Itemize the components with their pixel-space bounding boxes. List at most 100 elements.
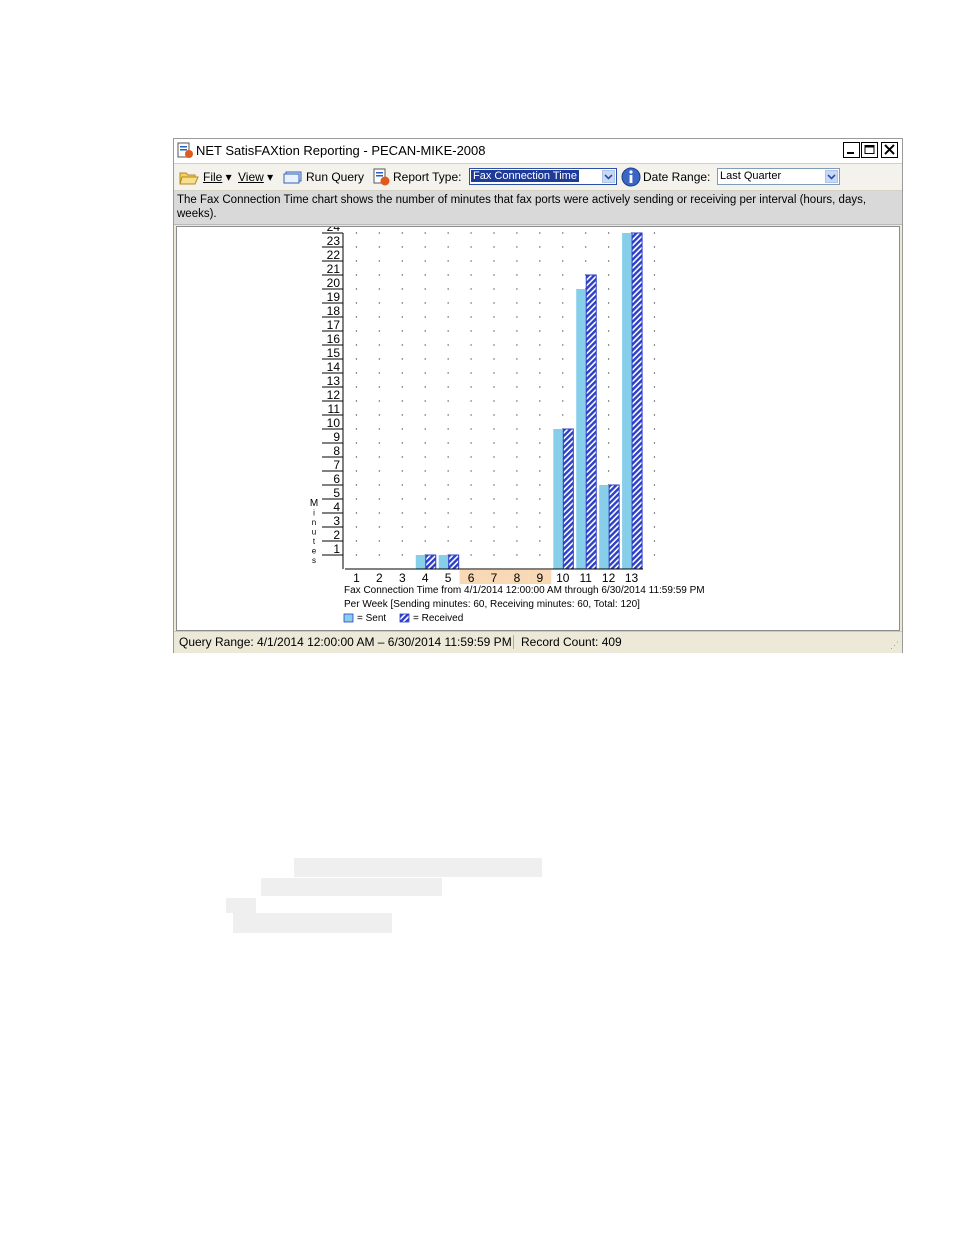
grid-dot xyxy=(355,260,358,262)
grid-dot xyxy=(447,330,449,332)
grid-dot xyxy=(493,232,495,234)
grid-dot xyxy=(355,428,358,430)
grid-dot xyxy=(516,302,518,304)
grid-dot xyxy=(355,274,358,276)
grid-dot xyxy=(378,232,381,234)
grid-dot xyxy=(447,414,449,416)
query-range-status: Query Range: 4/1/2014 12:00:00 AM – 6/30… xyxy=(179,635,512,649)
grid-dot xyxy=(493,302,495,304)
chevron-down-icon[interactable] xyxy=(602,170,615,183)
grid-dot xyxy=(378,428,381,430)
grid-dot xyxy=(516,358,518,360)
grid-dot xyxy=(355,344,358,346)
grid-dot xyxy=(653,498,656,500)
grid-dot xyxy=(539,484,541,486)
bar-sent xyxy=(415,555,426,569)
y-tick-label: 20 xyxy=(327,276,341,290)
grid-dot xyxy=(355,498,358,500)
grid-dot xyxy=(378,484,381,486)
app-icon xyxy=(177,142,193,158)
grid-dot xyxy=(539,554,541,556)
grid-dot xyxy=(424,512,426,514)
grid-dot xyxy=(607,372,610,374)
grid-dot xyxy=(470,344,472,346)
grid-dot xyxy=(607,428,610,430)
grid-dot xyxy=(516,414,518,416)
y-axis-label-letter: M xyxy=(310,498,318,509)
grid-dot xyxy=(584,232,587,234)
grid-dot xyxy=(355,330,358,332)
grid-dot xyxy=(653,400,656,402)
title-bar[interactable]: NET SatisFAXtion Reporting - PECAN-MIKE-… xyxy=(174,139,902,164)
chevron-down-icon[interactable] xyxy=(825,170,838,183)
close-button[interactable] xyxy=(881,142,898,158)
file-menu[interactable]: File ▾ xyxy=(203,170,232,184)
grid-dot xyxy=(653,442,656,444)
grid-dot xyxy=(607,414,610,416)
grid-dot xyxy=(378,372,381,374)
view-menu[interactable]: View ▾ xyxy=(238,170,273,184)
grid-dot xyxy=(355,372,358,374)
y-tick-label: 3 xyxy=(333,514,340,528)
grid-dot xyxy=(401,414,404,416)
grid-dot xyxy=(539,540,541,542)
fax-connection-chart: 123456789101112131415161718192021222324M… xyxy=(310,220,705,624)
resize-grip-icon[interactable]: ⋰ xyxy=(890,640,899,651)
grid-dot xyxy=(424,470,426,472)
grid-dot xyxy=(516,344,518,346)
date-range-select[interactable]: Last Quarter xyxy=(717,168,840,185)
grid-dot xyxy=(607,302,610,304)
folder-open-icon[interactable] xyxy=(179,168,199,186)
grid-dot xyxy=(539,372,541,374)
grid-dot xyxy=(539,456,541,458)
grid-dot xyxy=(447,316,449,318)
grid-dot xyxy=(653,330,656,332)
y-tick-label: 16 xyxy=(327,332,341,346)
grid-dot xyxy=(355,414,358,416)
grid-dot xyxy=(378,330,381,332)
grid-dot xyxy=(516,232,518,234)
grid-dot xyxy=(516,512,518,514)
view-menu-label: View xyxy=(238,170,264,184)
report-window: NET SatisFAXtion Reporting - PECAN-MIKE-… xyxy=(173,138,903,653)
grid-dot xyxy=(470,260,472,262)
y-tick-label: 23 xyxy=(327,234,341,248)
file-menu-label: File xyxy=(203,170,223,184)
grid-dot xyxy=(424,260,426,262)
grid-dot xyxy=(516,274,518,276)
grid-dot xyxy=(447,302,449,304)
grid-dot xyxy=(516,484,518,486)
x-tick-label: 7 xyxy=(491,571,498,585)
grid-dot xyxy=(401,526,404,528)
grid-dot xyxy=(470,470,472,472)
grid-dot xyxy=(516,540,518,542)
y-tick-label: 10 xyxy=(327,416,341,430)
grid-dot xyxy=(653,302,656,304)
date-range-label: Date Range: xyxy=(643,170,711,184)
grid-dot xyxy=(516,246,518,248)
minimize-button[interactable] xyxy=(843,142,860,158)
grid-dot xyxy=(378,442,381,444)
grid-dot xyxy=(378,512,381,514)
grid-dot xyxy=(355,512,358,514)
grid-dot xyxy=(447,498,449,500)
grid-dot xyxy=(424,246,426,248)
grid-dot xyxy=(607,442,610,444)
bar-sent xyxy=(553,429,564,569)
grid-dot xyxy=(447,372,449,374)
grid-dot xyxy=(516,442,518,444)
grid-dot xyxy=(378,554,381,556)
grid-dot xyxy=(470,358,472,360)
grid-dot xyxy=(378,498,381,500)
grid-dot xyxy=(653,344,656,346)
grid-dot xyxy=(355,232,358,234)
grid-dot xyxy=(470,512,472,514)
grid-dot xyxy=(470,232,472,234)
grid-dot xyxy=(470,400,472,402)
report-type-select[interactable]: Fax Connection Time xyxy=(469,168,617,185)
grid-dot xyxy=(447,540,449,542)
grid-dot xyxy=(424,456,426,458)
run-query-button[interactable]: Run Query xyxy=(306,170,364,184)
maximize-button[interactable] xyxy=(861,142,878,158)
grid-dot xyxy=(424,414,426,416)
